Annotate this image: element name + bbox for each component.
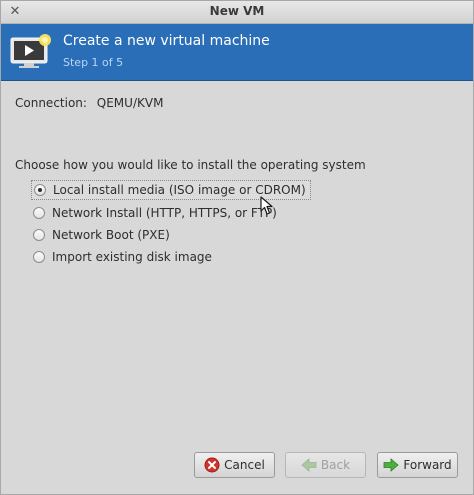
cancel-icon <box>204 457 220 473</box>
connection-row: Connection: QEMU/KVM <box>15 96 163 110</box>
wizard-buttons: Cancel Back Forward <box>1 452 473 478</box>
option-network-boot-label: Network Boot (PXE) <box>52 228 170 242</box>
connection-value: QEMU/KVM <box>96 96 164 110</box>
title-bar[interactable]: ✕ New VM <box>1 1 473 24</box>
option-local-media-label: Local install media (ISO image or CDROM) <box>53 183 306 197</box>
option-network-boot[interactable]: Network Boot (PXE) <box>33 226 311 244</box>
wizard-step: Step 1 of 5 <box>63 56 124 69</box>
option-import-disk-label: Import existing disk image <box>52 250 212 264</box>
radio-local-media[interactable] <box>34 184 46 196</box>
wizard-title: Create a new virtual machine <box>63 33 270 49</box>
radio-network-boot[interactable] <box>33 229 45 241</box>
mouse-pointer-icon <box>260 196 273 215</box>
cancel-label: Cancel <box>224 458 265 472</box>
radio-import-disk[interactable] <box>33 251 45 263</box>
forward-button[interactable]: Forward <box>377 452 458 478</box>
option-import-disk[interactable]: Import existing disk image <box>33 248 311 266</box>
install-method-prompt: Choose how you would like to install the… <box>15 158 366 172</box>
back-arrow-icon <box>301 458 317 472</box>
window-title: New VM <box>209 4 265 18</box>
option-network-install-label: Network Install (HTTP, HTTPS, or FTP) <box>52 206 277 220</box>
forward-arrow-icon <box>383 458 399 472</box>
new-vm-window: ✕ New VM Create a new virtual machine St… <box>0 0 474 495</box>
vm-monitor-icon <box>10 34 51 68</box>
wizard-header: Create a new virtual machine Step 1 of 5 <box>1 24 473 81</box>
back-label: Back <box>320 458 351 472</box>
connection-label: Connection: <box>15 96 87 110</box>
cancel-button[interactable]: Cancel <box>194 452 275 478</box>
forward-label: Forward <box>403 458 452 472</box>
radio-network-install[interactable] <box>33 207 45 219</box>
install-method-options: Local install media (ISO image or CDROM)… <box>31 180 311 270</box>
back-button[interactable]: Back <box>285 452 366 478</box>
